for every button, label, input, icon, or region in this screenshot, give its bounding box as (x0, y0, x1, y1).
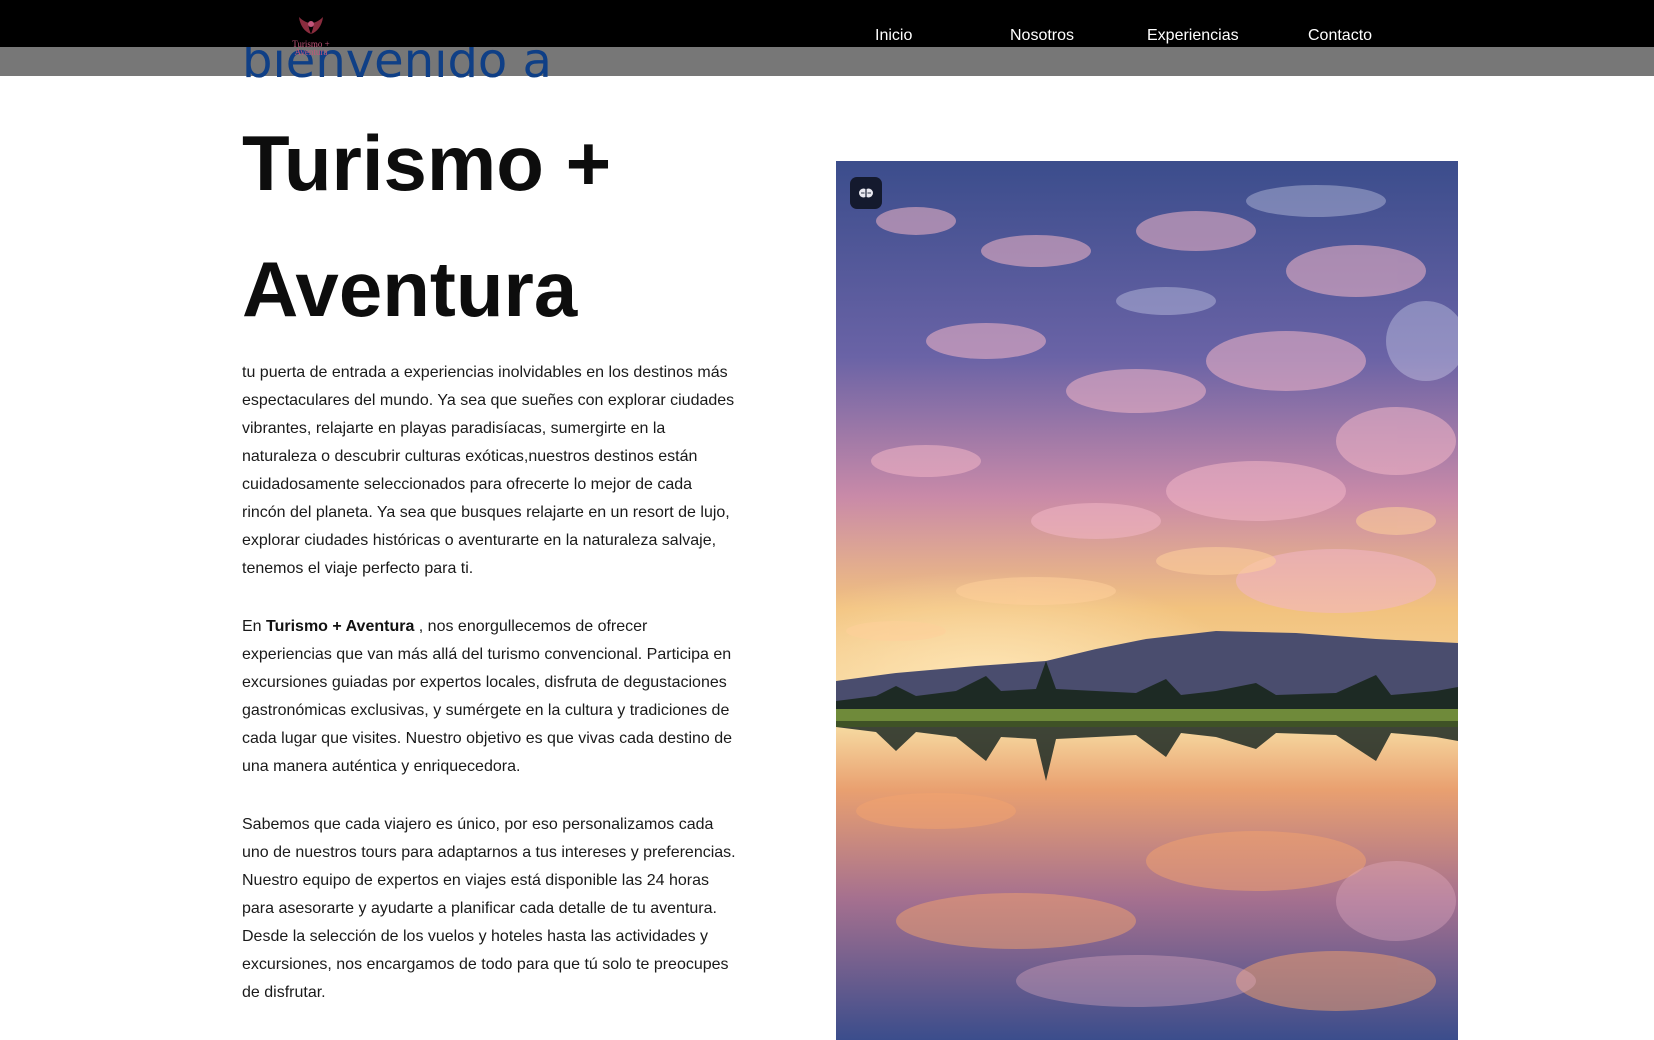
title-line1: Turismo + (242, 119, 612, 207)
brain-icon (859, 188, 873, 198)
brand-name: Turismo + Aventura (266, 618, 415, 635)
nav-item-nosotros[interactable]: Nosotros (1010, 27, 1074, 45)
nav-item-experiencias[interactable]: Experiencias (1147, 27, 1239, 45)
intro-paragraph-2: En Turismo + Aventura , nos enorgullecem… (242, 613, 737, 781)
page: Turismo + Aventura Inicio Nosotros Exper… (0, 0, 1654, 1040)
landscape-photo (836, 161, 1458, 1040)
nav-item-contacto[interactable]: Contacto (1308, 27, 1372, 45)
intro-paragraph-3: Sabemos que cada viajero es único, por e… (242, 816, 736, 1001)
intro-copy: tu puerta de entrada a experiencias inol… (242, 359, 737, 1037)
main-nav: Inicio Nosotros Experiencias Contacto (0, 0, 1654, 47)
title-line2: Aventura (242, 245, 578, 333)
intro-paragraph-1: tu puerta de entrada a experiencias inol… (242, 364, 735, 577)
ai-badge-button[interactable] (850, 177, 882, 209)
paragraph-2-prefix: En (242, 618, 267, 635)
logo-text-line2: Aventura (294, 47, 328, 57)
paragraph-2-rest: , nos enorgullecemos de ofrecer experien… (242, 618, 733, 775)
hero-landscape-image (836, 161, 1458, 1040)
page-title: Turismo + Aventura (242, 100, 802, 352)
nav-item-inicio[interactable]: Inicio (875, 27, 912, 45)
